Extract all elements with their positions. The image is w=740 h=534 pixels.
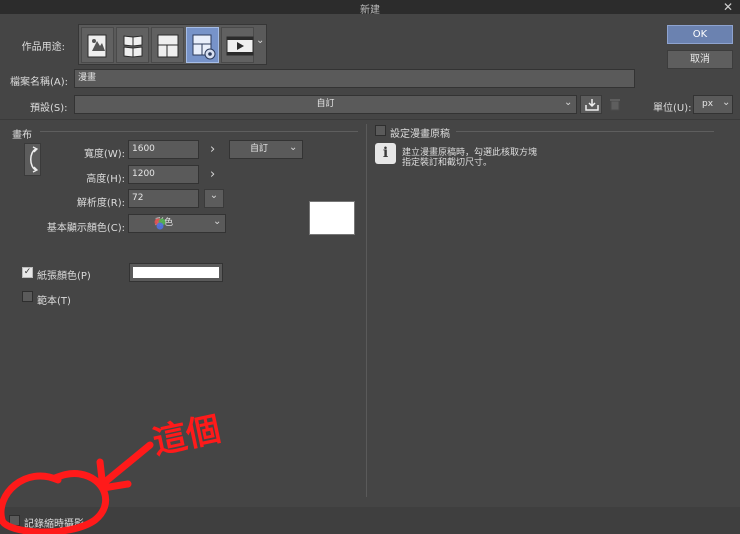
resolution-chevron-down-icon: ⌄ (209, 190, 219, 201)
unit-value: px (702, 99, 714, 109)
usage-button-group: ⌄ (78, 24, 267, 65)
template-label: 範本(T) (37, 296, 71, 307)
window-title: 新建 (360, 5, 380, 16)
ok-button[interactable]: OK (667, 25, 733, 44)
swap-orientation-button[interactable] (24, 143, 41, 176)
save-preset-icon (585, 99, 599, 111)
preset-value: 自訂 (316, 99, 335, 109)
comic-page-icon (157, 34, 179, 58)
usage-comic-settings-button[interactable] (186, 27, 219, 63)
canvas-section-label: 畫布 (12, 130, 32, 141)
paper-color-checkbox[interactable]: ✓ (22, 267, 33, 278)
paper-color-swatch[interactable] (129, 263, 223, 282)
rotate-icon (30, 146, 39, 173)
usage-illustration-button[interactable] (81, 27, 114, 63)
panel-divider (366, 124, 367, 497)
preset-chevron-down-icon[interactable]: ⌄ (564, 97, 572, 108)
illustration-icon (87, 34, 107, 58)
color-wheel-icon (154, 218, 166, 230)
delete-preset-icon[interactable] (610, 98, 620, 111)
manuscript-label: 設定漫畫原稿 (390, 129, 450, 140)
height-arrow-icon[interactable]: › (210, 167, 215, 182)
section-separator (0, 119, 740, 120)
color-mode-chevron-down-icon[interactable]: ⌄ (213, 216, 221, 227)
usage-label: 作品用途: (21, 42, 65, 53)
cancel-button[interactable]: 取消 (667, 50, 733, 69)
resolution-dropdown-button[interactable]: ⌄ (204, 189, 224, 208)
color-mode-select[interactable]: 彩色 (128, 214, 226, 233)
filename-input[interactable]: 漫畫 (74, 69, 635, 88)
width-label: 寬度(W): (83, 149, 125, 160)
webtoon-icon (123, 35, 143, 58)
paper-color-label: 紙張顏色(P) (37, 271, 91, 282)
manuscript-info-line2: 指定裝訂和截切尺寸。 (402, 158, 493, 168)
resolution-label: 解析度(R): (76, 198, 125, 209)
width-input[interactable]: 1600 (128, 140, 199, 159)
unit-chevron-down-icon[interactable]: ⌄ (722, 97, 730, 108)
save-preset-button[interactable] (580, 95, 602, 114)
info-icon: i (375, 143, 396, 164)
usage-webtoon-button[interactable] (116, 27, 149, 63)
filename-label: 檔案名稱(A): (10, 77, 69, 88)
canvas-preview (309, 201, 355, 235)
resolution-input[interactable]: 72 (128, 189, 199, 208)
preset-select[interactable]: 自訂 (74, 95, 577, 114)
preset-label: 預設(S): (30, 103, 68, 114)
paper-color-fill (133, 267, 219, 278)
color-mode-label: 基本顯示顏色(C): (46, 223, 125, 234)
height-label: 高度(H): (86, 174, 125, 185)
canvas-section-rule (40, 131, 358, 132)
manuscript-checkbox[interactable] (375, 125, 386, 136)
unit-label: 單位(U): (653, 103, 692, 114)
usage-animation-button[interactable] (221, 27, 254, 63)
annotation-drawing (0, 441, 154, 534)
width-arrow-icon[interactable]: › (210, 142, 215, 157)
template-checkbox[interactable] (22, 291, 33, 302)
comic-settings-icon (192, 34, 216, 60)
size-preset-value: 自訂 (250, 144, 269, 154)
height-input[interactable]: 1200 (128, 165, 199, 184)
usage-more-icon[interactable]: ⌄ (256, 35, 266, 46)
usage-comic-button[interactable] (151, 27, 184, 63)
manuscript-section-rule (456, 131, 714, 132)
animation-icon (226, 36, 254, 56)
size-preset-chevron-down-icon[interactable]: ⌄ (289, 142, 297, 153)
close-icon[interactable]: ✕ (718, 0, 738, 14)
